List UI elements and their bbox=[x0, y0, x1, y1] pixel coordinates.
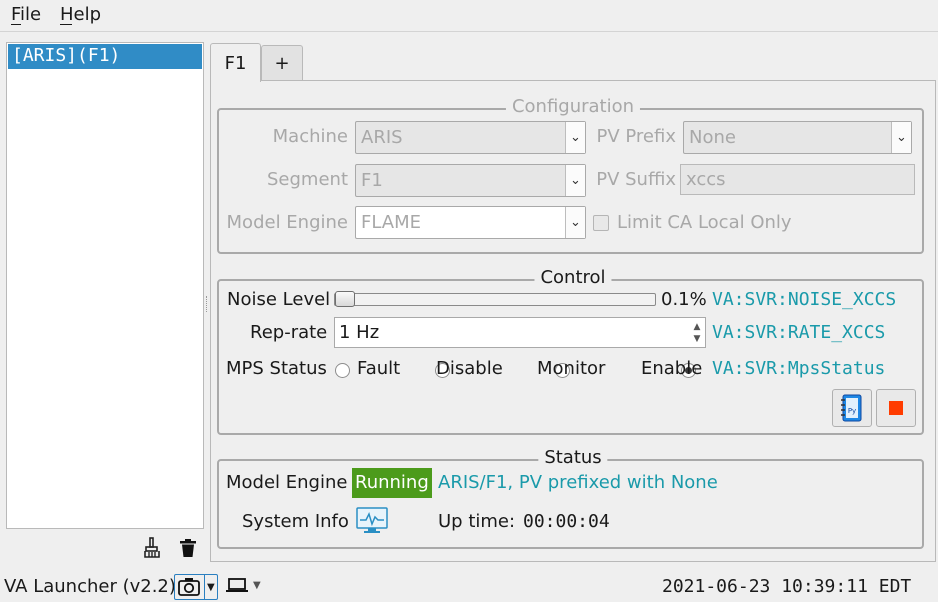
tab-f1[interactable]: F1 bbox=[210, 43, 261, 82]
system-info-label: System Info bbox=[242, 511, 349, 532]
split-divider bbox=[204, 575, 205, 599]
menu-file-mnemonic bbox=[11, 24, 21, 25]
status-model-engine-label: Model Engine bbox=[226, 472, 348, 493]
pv-prefix-select[interactable]: None ⌄ bbox=[683, 121, 912, 154]
chevron-down-icon: ⌄ bbox=[565, 122, 585, 153]
stop-icon bbox=[889, 401, 903, 415]
limit-ca-label: Limit CA Local Only bbox=[617, 212, 792, 233]
splitter-handle[interactable] bbox=[206, 296, 209, 312]
uptime-label: Up time: bbox=[438, 511, 516, 532]
delete-button[interactable] bbox=[176, 536, 200, 560]
tab-f1-label: F1 bbox=[224, 52, 247, 74]
menu-help-mnemonic bbox=[60, 24, 72, 25]
mps-radio-fault[interactable] bbox=[335, 363, 350, 378]
tab-add[interactable]: + bbox=[261, 45, 303, 80]
model-engine-select-value: FLAME bbox=[361, 212, 422, 233]
machine-select[interactable]: ARIS ⌄ bbox=[355, 121, 586, 154]
noise-level-slider[interactable] bbox=[334, 293, 656, 306]
tab-add-label: + bbox=[274, 52, 290, 74]
segment-label: Segment bbox=[267, 169, 348, 190]
mps-option-fault: Fault bbox=[357, 358, 401, 379]
model-engine-label: Model Engine bbox=[226, 212, 348, 233]
system-monitor-icon bbox=[356, 507, 388, 533]
spin-arrows-icon[interactable]: ▲ ▼ bbox=[689, 318, 705, 347]
machine-list-item[interactable]: [ARIS](F1) bbox=[8, 44, 202, 69]
menu-help[interactable]: Help bbox=[60, 4, 101, 25]
broom-icon bbox=[144, 537, 160, 558]
segment-select[interactable]: F1 ⌄ bbox=[355, 164, 586, 197]
engine-status-badge: Running bbox=[352, 468, 432, 498]
mps-status-label: MPS Status bbox=[226, 358, 327, 379]
laptop-icon bbox=[226, 578, 248, 592]
noise-level-slider-handle[interactable] bbox=[335, 291, 356, 307]
chevron-down-icon: ⌄ bbox=[891, 122, 911, 153]
pv-suffix-input[interactable]: xccs bbox=[680, 164, 915, 195]
menu-bar: File Help bbox=[0, 0, 938, 30]
python-script-button[interactable]: Py bbox=[832, 389, 872, 427]
mps-option-enable: Enable bbox=[641, 358, 703, 379]
status-title: Status bbox=[538, 447, 608, 468]
machine-label: Machine bbox=[272, 126, 348, 147]
stop-button[interactable] bbox=[876, 389, 916, 427]
trash-icon bbox=[180, 539, 196, 557]
rep-rate-spinbox[interactable]: 1 Hz ▲ ▼ bbox=[334, 317, 706, 348]
pv-prefix-select-value: None bbox=[689, 127, 736, 148]
limit-ca-checkbox[interactable] bbox=[593, 215, 609, 231]
machine-list[interactable]: [ARIS](F1) bbox=[6, 42, 204, 529]
uptime-value: 00:00:04 bbox=[523, 511, 610, 532]
machine-select-value: ARIS bbox=[361, 127, 403, 148]
mps-option-monitor: Monitor bbox=[537, 358, 606, 379]
chevron-down-icon: ⌄ bbox=[565, 165, 585, 196]
control-title: Control bbox=[534, 267, 612, 288]
chevron-down-icon: ⌄ bbox=[565, 207, 585, 238]
model-engine-select[interactable]: FLAME ⌄ bbox=[355, 206, 586, 239]
app-version-label: VA Launcher (v2.2) bbox=[4, 576, 176, 597]
noise-level-label: Noise Level bbox=[227, 289, 331, 310]
chevron-down-icon: ▼ bbox=[253, 579, 261, 591]
chevron-down-icon[interactable]: ▼ bbox=[207, 582, 215, 593]
system-monitor-button[interactable] bbox=[356, 507, 388, 535]
configuration-title: Configuration bbox=[505, 96, 641, 117]
rep-rate-value: 1 Hz bbox=[339, 322, 380, 343]
noise-level-value: 0.1% bbox=[661, 289, 707, 310]
screenshot-button[interactable]: ▼ bbox=[174, 574, 218, 600]
camera-icon bbox=[178, 578, 200, 596]
pv-suffix-label: PV Suffix bbox=[596, 169, 676, 190]
datetime-display: 2021-06-23 10:39:11 EDT bbox=[662, 576, 912, 597]
rep-rate-pv-name: VA:SVR:RATE_XCCS bbox=[712, 322, 886, 343]
svg-text:Py: Py bbox=[848, 407, 856, 415]
noise-pv-name: VA:SVR:NOISE_XCCS bbox=[712, 289, 897, 310]
python-notebook-icon: Py bbox=[841, 394, 862, 422]
display-menu-button[interactable]: ▼ bbox=[226, 576, 261, 594]
mps-option-disable: Disable bbox=[436, 358, 503, 379]
engine-status-description: ARIS/F1, PV prefixed with None bbox=[438, 472, 718, 493]
pv-prefix-label: PV Prefix bbox=[596, 126, 677, 147]
menu-divider bbox=[0, 31, 938, 32]
menu-file[interactable]: File bbox=[11, 4, 41, 25]
segment-select-value: F1 bbox=[361, 170, 383, 191]
clean-button[interactable] bbox=[140, 536, 164, 560]
rep-rate-label: Rep-rate bbox=[250, 322, 328, 343]
mps-pv-name: VA:SVR:MpsStatus bbox=[712, 358, 886, 379]
